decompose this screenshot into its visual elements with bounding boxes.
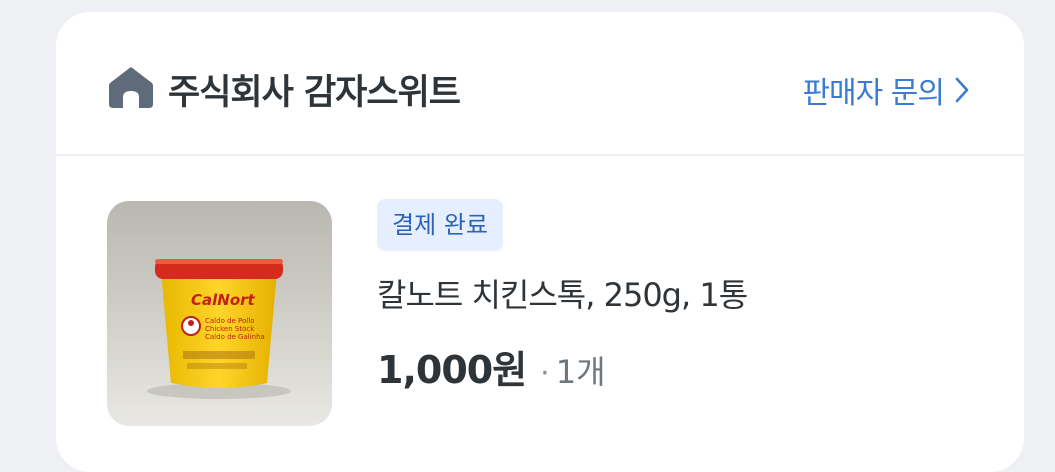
label-line-2: Chicken Stock [205,325,255,333]
quantity: 1개 [555,353,606,391]
brand-logo-text: CalNort [191,291,256,309]
price: 1,000원 [377,348,527,392]
home-icon [109,67,153,108]
label-line-1: Caldo de Pollo [205,317,254,325]
label-line-3: Caldo de Galinha [205,333,265,341]
product-name[interactable]: 칼노트 치킨스톡, 250g, 1통 [377,270,748,316]
status-badge: 결제 완료 [377,199,503,251]
separator-dot: · [540,356,550,391]
seller-inquiry-button[interactable]: 판매자 문의 [802,68,970,112]
product-image[interactable]: CalNort Caldo de Pollo Chicken Stock Cal… [107,201,332,426]
price-row: 1,000원 · 1개 [377,339,606,394]
seller-header: 주식회사 감자스위트 판매자 문의 [56,12,1024,156]
seller-inquiry-label: 판매자 문의 [802,76,945,111]
chevron-right-icon [955,77,969,103]
seller-name: 주식회사 감자스위트 [168,73,461,113]
order-card: 주식회사 감자스위트 판매자 문의 CalNort Caldo de Pollo… [56,12,1024,472]
